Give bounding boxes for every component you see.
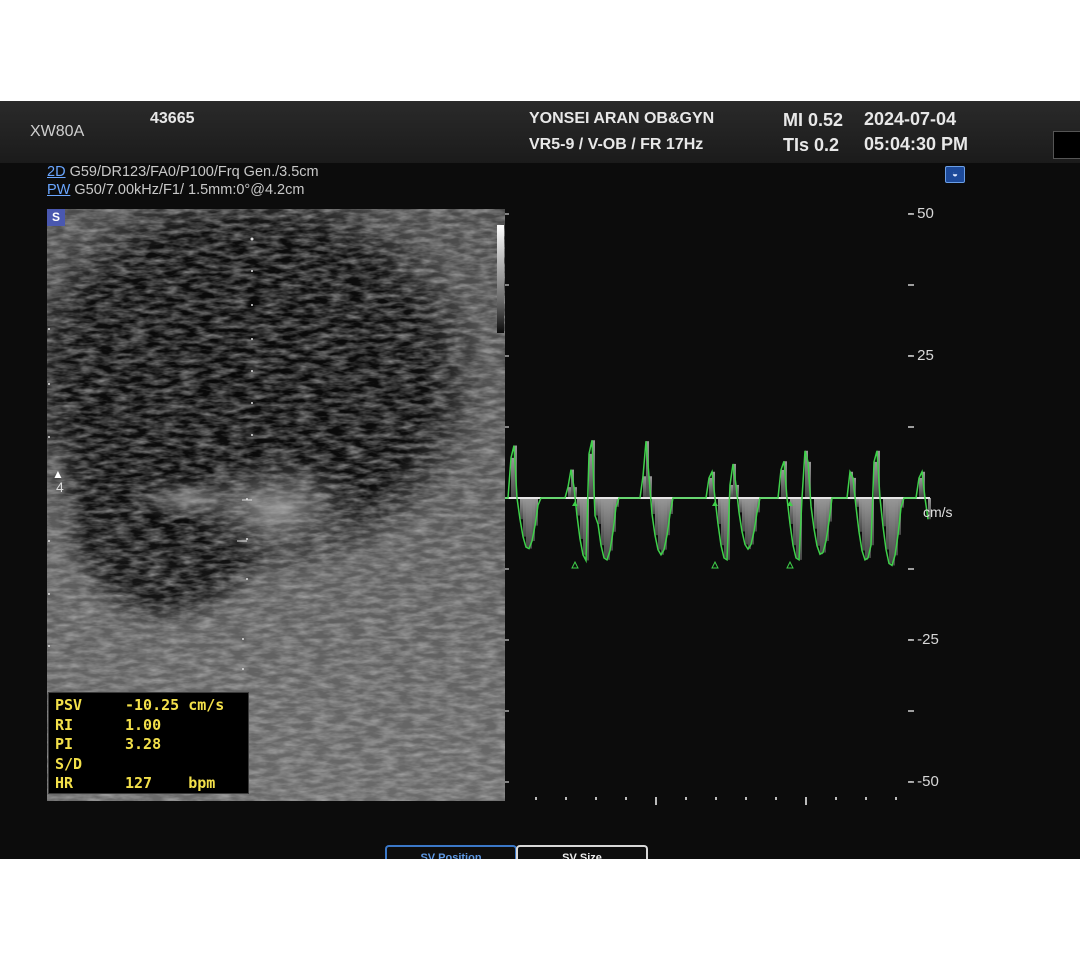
probe-preset: VR5-9 / V-OB / FR 17Hz <box>529 136 704 153</box>
spectrum-bin <box>604 498 607 558</box>
spectrum-bin <box>598 498 601 524</box>
spectrum-bin <box>658 498 661 550</box>
mode-pw-label[interactable]: PW <box>47 182 70 198</box>
spectrum-bin <box>820 498 823 555</box>
time-tick <box>895 797 897 800</box>
header-side-tab[interactable] <box>1053 131 1080 159</box>
diastole-marker <box>711 560 719 569</box>
measurement-label: S/D <box>55 754 83 773</box>
exam-date: 2024-07-04 <box>864 109 957 129</box>
time-tick <box>535 797 537 800</box>
measurement-value: 3.28 <box>125 735 162 753</box>
measurement-panel: PSV -10.25 cm/s RI 1.00 PI 3.28 S/D HR 127 bpm <box>48 692 249 794</box>
time-tick <box>835 797 837 800</box>
ultrasound-screen: XW80A 43665 YONSEI ARAN OB&GYN VR5-9 / V… <box>0 101 1080 859</box>
spectrum-bin <box>709 477 712 498</box>
spectrum-bin <box>721 498 724 546</box>
spectrum-bin <box>796 498 799 558</box>
measurement-value: 1.00 <box>125 715 162 734</box>
mode-2d-label[interactable]: 2D <box>47 164 66 180</box>
time-tick <box>655 797 657 805</box>
spectrum-bin <box>643 476 646 498</box>
thermal-index: TIs 0.2 <box>783 135 840 155</box>
spectrum-bin <box>568 487 571 498</box>
header-bar: XW80A 43665 YONSEI ARAN OB&GYN VR5-9 / V… <box>0 101 1080 163</box>
measurement-value: 127 bpm <box>125 774 216 792</box>
spectrum-bin <box>781 469 784 498</box>
measurement-label: RI <box>55 715 74 734</box>
doppler-spectrum <box>505 213 931 805</box>
scale-label: - -50 <box>908 773 939 790</box>
depth-marker: 4 <box>56 479 64 495</box>
patient-id: 43665 <box>150 110 195 127</box>
spectrum-bin <box>748 498 751 550</box>
settings-pw: G50/7.00kHz/F1/ 1.5mm:0°@4.2cm <box>70 182 305 198</box>
spectrum-bin <box>526 498 529 548</box>
time-tick <box>715 797 717 800</box>
spectrum-bin <box>859 498 862 532</box>
diastole-marker <box>571 560 579 569</box>
measurement-value: -10.25 cm/s <box>125 696 225 714</box>
exam-time: 05:04:30 PM <box>864 134 969 154</box>
sv-size-button[interactable]: SV Size <box>516 845 648 859</box>
time-tick <box>865 797 867 800</box>
measurement-label: PI <box>55 735 74 753</box>
spectrum-bin <box>601 498 604 546</box>
time-tick <box>745 797 747 800</box>
scale-label: - 50 <box>908 205 934 222</box>
systole-marker <box>712 501 718 506</box>
spectrum-bin <box>817 498 820 546</box>
measurement-label: HR <box>55 774 74 792</box>
time-tick <box>685 797 687 800</box>
spectrum-bin <box>718 498 721 524</box>
hospital-name: YONSEI ARAN OB&GYN <box>529 110 715 127</box>
grayscale-bar <box>497 225 504 333</box>
spectrum-bin <box>889 498 892 564</box>
s-badge[interactable]: S <box>47 209 65 226</box>
params-pw: PW G50/7.00kHz/F1/ 1.5mm:0°@4.2cm <box>47 182 304 198</box>
spectrum-bin <box>883 498 886 527</box>
settings-2d: G59/DR123/FA0/P100/Frq Gen./3.5cm <box>65 164 319 180</box>
spectrum-bin <box>655 498 658 536</box>
spectrum-bin <box>886 498 889 550</box>
scale-label: - 25 <box>908 347 934 364</box>
measurement-label: PSV <box>55 696 83 714</box>
spectrum-bin <box>583 498 586 555</box>
spectrum-bin <box>724 498 727 558</box>
spectrum-bin <box>511 457 514 498</box>
device-model: XW80A <box>30 123 85 140</box>
spectrum-bin <box>814 498 817 529</box>
spectrum-bin <box>862 498 865 551</box>
time-tick <box>595 797 597 800</box>
spectrum-bin <box>793 498 796 546</box>
params-2d: 2D G59/DR123/FA0/P100/Frq Gen./3.5cm <box>47 164 319 180</box>
scale-label: - -25 <box>908 631 939 648</box>
diastole-marker <box>786 560 794 569</box>
spectrum-bin <box>919 477 922 498</box>
spectrum-bin <box>580 498 583 539</box>
spectrum-bin <box>661 498 664 555</box>
velocity-unit: cm/s <box>923 504 953 520</box>
time-tick <box>805 797 807 805</box>
mechanical-index: MI 0.52 <box>783 110 844 130</box>
probe-icon: ◒ <box>945 166 965 183</box>
time-tick <box>625 797 627 800</box>
spectrum-bin <box>520 498 523 520</box>
spectrum-bin <box>523 498 526 537</box>
time-tick <box>565 797 567 800</box>
spectrum-bin <box>865 498 868 560</box>
spectrum-bin <box>742 498 745 532</box>
time-tick <box>775 797 777 800</box>
spectrum-bin <box>745 498 748 545</box>
sv-position-button[interactable]: SV Position <box>385 845 517 859</box>
